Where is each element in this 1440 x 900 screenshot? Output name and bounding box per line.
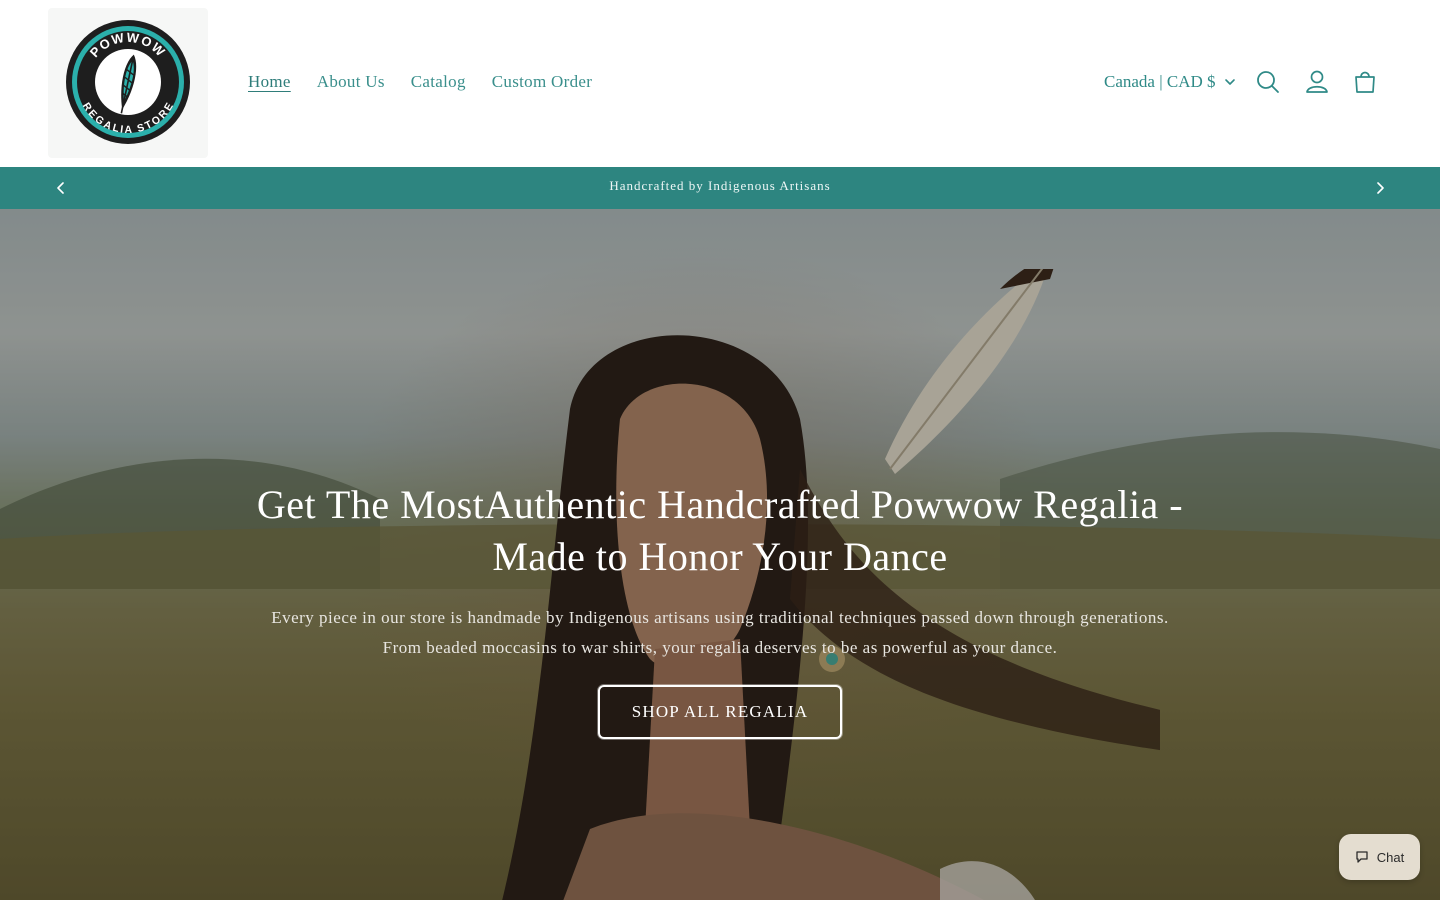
account-button[interactable] (1301, 66, 1333, 98)
country-currency-selector[interactable]: Canada | CAD $ (1104, 72, 1236, 92)
chat-button[interactable]: Chat (1339, 834, 1420, 880)
chat-label: Chat (1376, 849, 1405, 865)
shop-all-regalia-button[interactable]: SHOP ALL REGALIA (596, 684, 844, 740)
store-logo[interactable]: POWWOW REGALIA STORE (48, 8, 208, 158)
hero-title: Get The MostAuthentic Handcrafted Powwow… (256, 482, 1184, 579)
cart-icon (1355, 71, 1375, 93)
chat-bubble-icon (1356, 851, 1368, 863)
announcement-bar: Handcrafted by Indigenous Artisans (0, 167, 1440, 209)
nav-about-us-link[interactable]: About Us (317, 72, 385, 92)
search-icon (1257, 71, 1279, 93)
chevron-down-icon (1224, 79, 1235, 85)
site-header: POWWOW REGALIA STORE Home About Us Catal… (0, 0, 1440, 167)
nav-home-link[interactable]: Home (248, 72, 291, 92)
hero-subtitle: Every piece in our store is handmade by … (230, 603, 1210, 663)
nav-custom-order-link[interactable]: Custom Order (492, 72, 592, 92)
announcement-text: Handcrafted by Indigenous Artisans (609, 178, 831, 193)
nav-catalog-link[interactable]: Catalog (411, 72, 466, 92)
hero-subtitle-line-1: Every piece in our store is handmade by … (271, 608, 1169, 627)
logo-badge: POWWOW REGALIA STORE (66, 20, 190, 144)
hero-content: Get The MostAuthentic Handcrafted Powwow… (0, 479, 1440, 740)
hero-subtitle-line-2: From beaded moccasins to war shirts, you… (382, 638, 1058, 657)
account-icon (1306, 70, 1328, 93)
cart-button[interactable] (1349, 66, 1381, 98)
search-button[interactable] (1252, 66, 1284, 98)
locale-label: Canada | CAD $ (1104, 72, 1216, 91)
main-nav: Home About Us Catalog Custom Order (248, 72, 592, 92)
announcement-next-button[interactable] (1370, 178, 1390, 198)
hero-banner: Get The MostAuthentic Handcrafted Powwow… (0, 209, 1440, 900)
chevron-right-icon (1377, 182, 1384, 194)
